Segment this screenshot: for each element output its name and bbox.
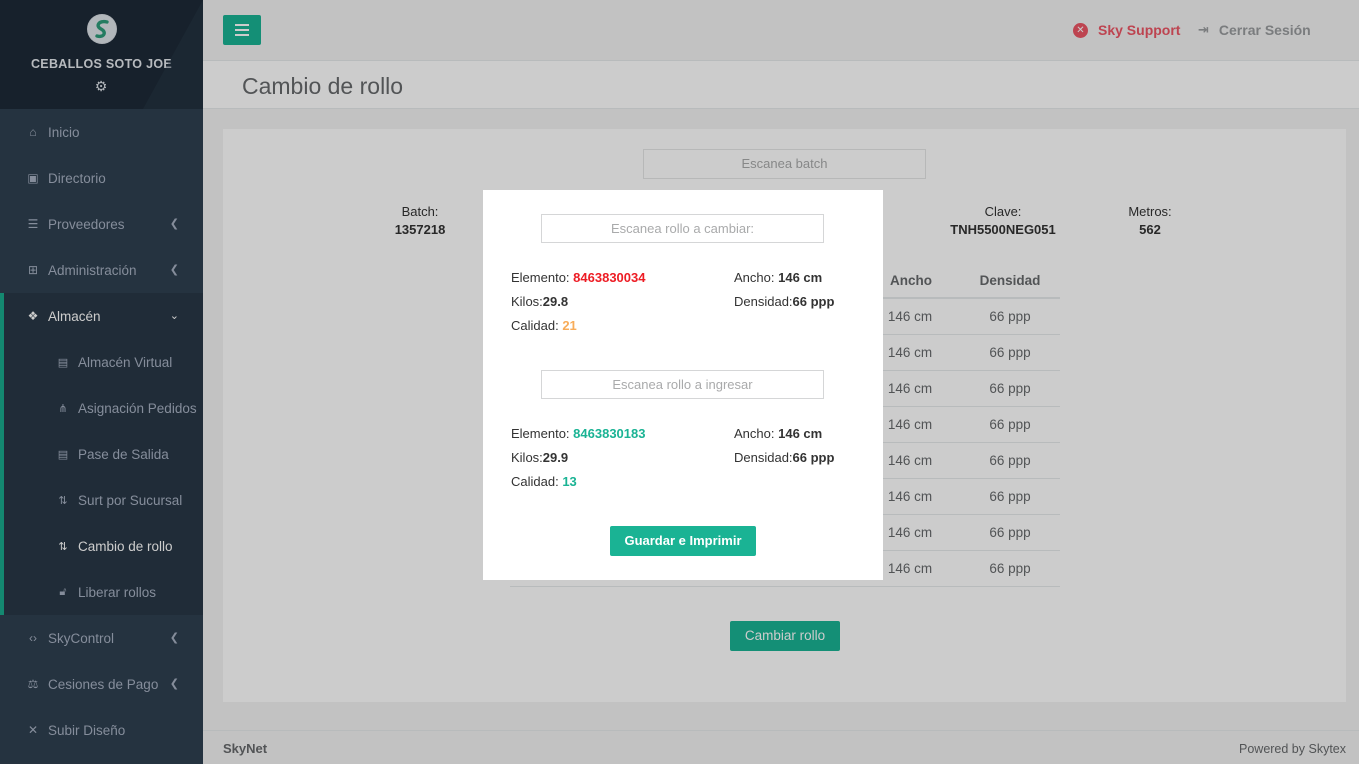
- out-densidad-value: 66 ppp: [792, 294, 835, 309]
- in-densidad-label: Densidad:: [734, 450, 793, 465]
- in-elemento-value: 8463830183: [573, 426, 646, 441]
- out-elemento-label: Elemento:: [511, 270, 570, 285]
- in-densidad-value: 66 ppp: [792, 450, 835, 465]
- in-densidad: Densidad:66 ppp: [734, 450, 834, 465]
- out-kilos: Kilos:29.8: [511, 294, 568, 309]
- scan-roll-in-input[interactable]: Escanea rollo a ingresar: [541, 370, 824, 399]
- in-kilos-value: 29.9: [542, 450, 569, 465]
- out-calidad: Calidad: 21: [511, 318, 577, 333]
- out-elemento-value: 8463830034: [573, 270, 646, 285]
- scan-roll-out-input[interactable]: Escanea rollo a cambiar:: [541, 214, 824, 243]
- in-ancho: Ancho: 146 cm: [734, 426, 822, 441]
- in-kilos-label: Kilos:: [511, 450, 543, 465]
- in-calidad-value: 13: [562, 474, 577, 489]
- in-elemento: Elemento: 8463830183: [511, 426, 645, 441]
- out-calidad-value: 21: [562, 318, 577, 333]
- change-roll-modal: Escanea rollo a cambiar: Elemento: 84638…: [483, 190, 883, 580]
- out-ancho: Ancho: 146 cm: [734, 270, 822, 285]
- out-densidad-label: Densidad:: [734, 294, 793, 309]
- out-calidad-label: Calidad:: [511, 318, 559, 333]
- in-calidad-label: Calidad:: [511, 474, 559, 489]
- out-densidad: Densidad:66 ppp: [734, 294, 834, 309]
- out-elemento: Elemento: 8463830034: [511, 270, 645, 285]
- in-elemento-label: Elemento:: [511, 426, 570, 441]
- out-ancho-label: Ancho:: [734, 270, 775, 285]
- in-ancho-value: 146 cm: [778, 426, 823, 441]
- out-kilos-label: Kilos:: [511, 294, 543, 309]
- in-kilos: Kilos:29.9: [511, 450, 568, 465]
- in-calidad: Calidad: 13: [511, 474, 577, 489]
- guardar-e-imprimir-button[interactable]: Guardar e Imprimir: [610, 526, 756, 556]
- out-kilos-value: 29.8: [542, 294, 569, 309]
- out-ancho-value: 146 cm: [778, 270, 823, 285]
- in-ancho-label: Ancho:: [734, 426, 775, 441]
